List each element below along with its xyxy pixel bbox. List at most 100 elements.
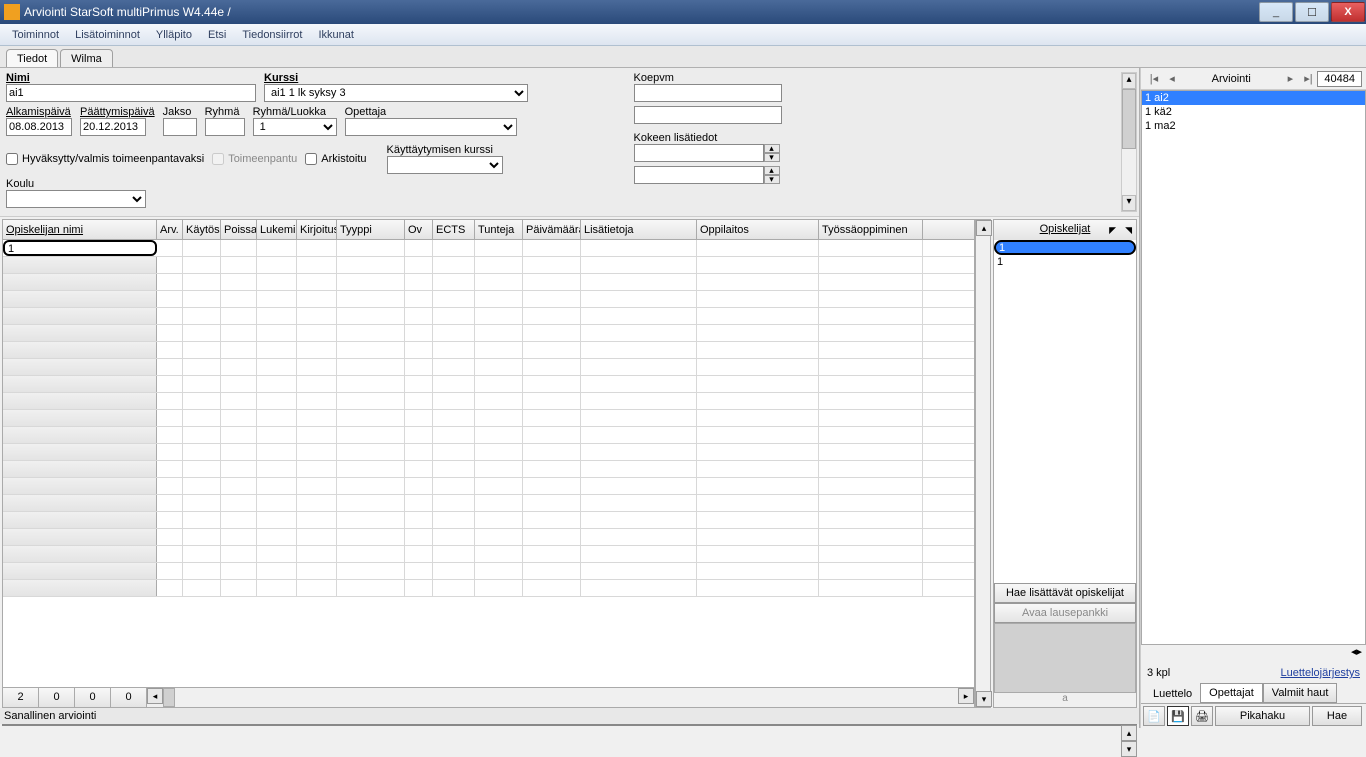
table-row[interactable] [3, 546, 974, 563]
tab-opettajat[interactable]: Opettajat [1200, 683, 1263, 703]
list-item[interactable]: 1 ai2 [1142, 91, 1365, 105]
column-header[interactable]: Tyyppi [337, 220, 405, 239]
column-header[interactable]: Työssäoppiminen [819, 220, 923, 239]
kokeen-lisatiedot-field[interactable] [634, 144, 764, 162]
new-icon[interactable]: 📄 [1143, 706, 1165, 726]
save-icon[interactable]: 💾 [1167, 706, 1189, 726]
alkamispaiva-field[interactable] [6, 118, 72, 136]
ryhma-luokka-select[interactable]: 1 [253, 118, 337, 136]
hyvaksytty-checkbox[interactable]: Hyväksytty/valmis toimeenpantavaksi [6, 153, 204, 165]
table-row[interactable] [3, 478, 974, 495]
avaa-lausepankki-button[interactable]: Avaa lausepankki [994, 603, 1136, 623]
hae-lisattavat-button[interactable]: Hae lisättävät opiskelijat [994, 583, 1136, 603]
column-header[interactable]: Poissa [221, 220, 257, 239]
arkistoitu-checkbox[interactable]: Arkistoitu [305, 153, 366, 165]
table-row[interactable] [3, 529, 974, 546]
menu-ikkunat[interactable]: Ikkunat [310, 29, 361, 41]
form-scrollbar[interactable]: ▴▾ [1121, 72, 1137, 212]
column-header[interactable]: Lukemin [257, 220, 297, 239]
table-row[interactable] [3, 342, 974, 359]
tab-luettelo[interactable]: Luettelo [1145, 683, 1200, 703]
grid-vscrollbar[interactable]: ▴▾ [975, 219, 991, 708]
column-header[interactable]: Arv. [157, 220, 183, 239]
column-header[interactable]: Päivämäärä [523, 220, 581, 239]
list-item[interactable]: 1 [994, 255, 1136, 270]
grid-hscrollbar[interactable]: ◂▸ [147, 688, 974, 707]
scroll-up-icon[interactable]: ▴ [976, 220, 992, 236]
table-row[interactable] [3, 308, 974, 325]
sanallinen-textarea[interactable]: ▴▾ [2, 724, 1137, 726]
spin-down-icon[interactable]: ▾ [764, 153, 780, 162]
pikahaku-button[interactable]: Pikahaku [1215, 706, 1310, 726]
column-header[interactable]: Opiskelijan nimi [3, 220, 157, 239]
kokeen-lisatiedot-field-2[interactable] [634, 166, 764, 184]
hae-button[interactable]: Hae [1312, 706, 1362, 726]
luettelojarjestys-link[interactable]: Luettelojärjestys [1281, 667, 1361, 679]
nav-next-icon[interactable]: ▸ [1281, 72, 1299, 85]
kayttaytymisen-select[interactable] [387, 156, 503, 174]
scroll-left-icon[interactable]: ◂ [147, 688, 163, 704]
table-row[interactable] [3, 359, 974, 376]
table-row[interactable] [3, 257, 974, 274]
column-header[interactable]: Ov [405, 220, 433, 239]
scroll-right-icon[interactable]: ▸ [958, 688, 974, 704]
menu-yllapito[interactable]: Ylläpito [148, 29, 200, 41]
tab-tiedot[interactable]: Tiedot [6, 49, 58, 67]
scroll-down-icon[interactable]: ▾ [976, 691, 992, 707]
ryhma-field[interactable] [205, 118, 245, 136]
koepvm-field[interactable] [634, 84, 782, 102]
column-header[interactable]: Lisätietoja [581, 220, 697, 239]
list-item[interactable]: 1 [994, 240, 1136, 255]
nav-last-icon[interactable]: ▸| [1299, 72, 1317, 85]
scroll-down-icon[interactable]: ▾ [1122, 195, 1136, 211]
nimi-field[interactable] [6, 84, 256, 102]
close-button[interactable]: X [1331, 2, 1365, 22]
scroll-thumb[interactable] [163, 688, 175, 707]
table-row[interactable] [3, 325, 974, 342]
triangle-up-icon[interactable]: ◤ [1109, 225, 1116, 236]
table-row[interactable] [3, 427, 974, 444]
scroll-up-icon[interactable]: ▴ [1121, 725, 1137, 741]
table-row[interactable] [3, 444, 974, 461]
menu-lisatoiminnot[interactable]: Lisätoiminnot [67, 29, 148, 41]
opiskelijat-header[interactable]: Opiskelijat◤◥ [994, 220, 1136, 240]
table-row[interactable] [3, 495, 974, 512]
list-item[interactable]: 1 ma2 [1142, 119, 1365, 133]
tab-wilma[interactable]: Wilma [60, 49, 113, 67]
column-header[interactable]: ECTS [433, 220, 475, 239]
paattymispaiva-field[interactable] [80, 118, 146, 136]
column-header[interactable]: Tunteja [475, 220, 523, 239]
list-item[interactable]: 1 kä2 [1142, 105, 1365, 119]
spin-down-icon[interactable]: ▾ [764, 175, 780, 184]
tab-valmiit[interactable]: Valmiit haut [1263, 683, 1338, 703]
nav-first-icon[interactable]: |◂ [1145, 72, 1163, 85]
table-row[interactable] [3, 376, 974, 393]
column-header[interactable]: Oppilaitos [697, 220, 819, 239]
triangle-down-icon[interactable]: ◥ [1125, 225, 1132, 236]
toimeenpantu-checkbox[interactable]: Toimeenpantu [212, 153, 297, 165]
menu-etsi[interactable]: Etsi [200, 29, 234, 41]
table-row[interactable] [3, 274, 974, 291]
table-row[interactable] [3, 393, 974, 410]
table-row[interactable] [3, 563, 974, 580]
table-row[interactable] [3, 512, 974, 529]
menu-tiedonsiirrot[interactable]: Tiedonsiirrot [234, 29, 310, 41]
course-list[interactable]: 1 ai2 1 kä2 1 ma2 [1141, 90, 1366, 645]
scroll-up-icon[interactable]: ▴ [1122, 73, 1136, 89]
column-header[interactable]: Käytös [183, 220, 221, 239]
nav-next-icon[interactable]: ▸ [1356, 645, 1362, 663]
column-header[interactable]: Kirjoitus [297, 220, 337, 239]
opiskelijat-list[interactable]: 1 1 [994, 240, 1136, 583]
scroll-thumb[interactable] [1122, 89, 1136, 149]
table-row[interactable] [3, 291, 974, 308]
jakso-field[interactable] [163, 118, 197, 136]
table-row[interactable] [3, 410, 974, 427]
table-row[interactable] [3, 461, 974, 478]
opettaja-select[interactable] [345, 118, 517, 136]
menu-toiminnot[interactable]: Toiminnot [4, 29, 67, 41]
table-row[interactable]: 1 [3, 240, 974, 257]
kurssi-select[interactable]: ai1 1 lk syksy 3 [264, 84, 528, 102]
maximize-button[interactable]: ☐ [1295, 2, 1329, 22]
record-number[interactable]: 40484 [1317, 71, 1362, 87]
minimize-button[interactable]: _ [1259, 2, 1293, 22]
